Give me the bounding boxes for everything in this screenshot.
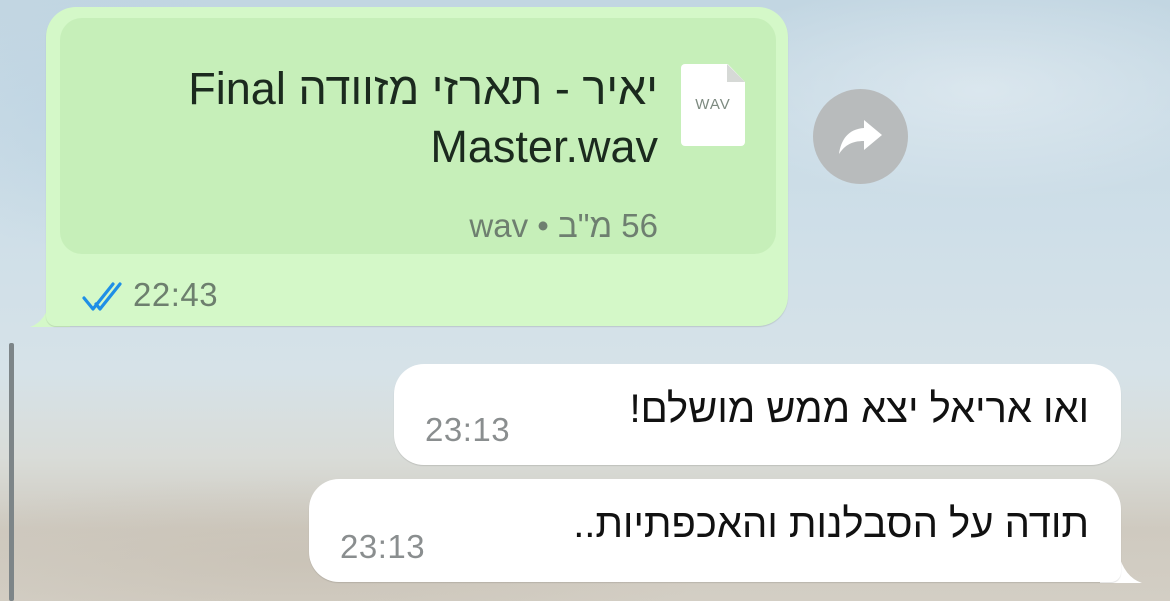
forward-button[interactable] [813,89,908,184]
file-size: 56 מ"ב [557,207,658,244]
file-icon-label: WAV [695,96,731,113]
message-text: ואו אריאל יצא ממש מושלם! [629,387,1089,431]
wav-file-icon: WAV [681,64,745,146]
file-name: יאיר - תארזי מזוודה Final Master.wav [188,63,658,172]
meta-separator: • [537,207,549,244]
message-timestamp: 23:13 [425,411,511,448]
incoming-message[interactable]: ואו אריאל יצא ממש מושלם! 23:13 [394,364,1121,465]
message-timestamp: 23:13 [340,528,426,565]
outgoing-file-message[interactable]: יאיר - תארזי מזוודה Final Master.wav WAV… [46,7,788,326]
forward-arrow-icon [838,119,882,154]
file-extension: wav [469,207,529,244]
message-timestamp: 22:43 [133,276,219,313]
message-text: תודה על הסבלנות והאכפתיות.. [573,502,1089,546]
file-attachment-card[interactable]: יאיר - תארזי מזוודה Final Master.wav WAV… [60,18,776,254]
incoming-message[interactable]: תודה על הסבלנות והאכפתיות.. 23:13 [309,479,1121,582]
scroll-indicator[interactable] [9,343,14,601]
read-double-check-icon [82,282,122,311]
file-meta: 56 מ"ב • wav [469,207,658,245]
